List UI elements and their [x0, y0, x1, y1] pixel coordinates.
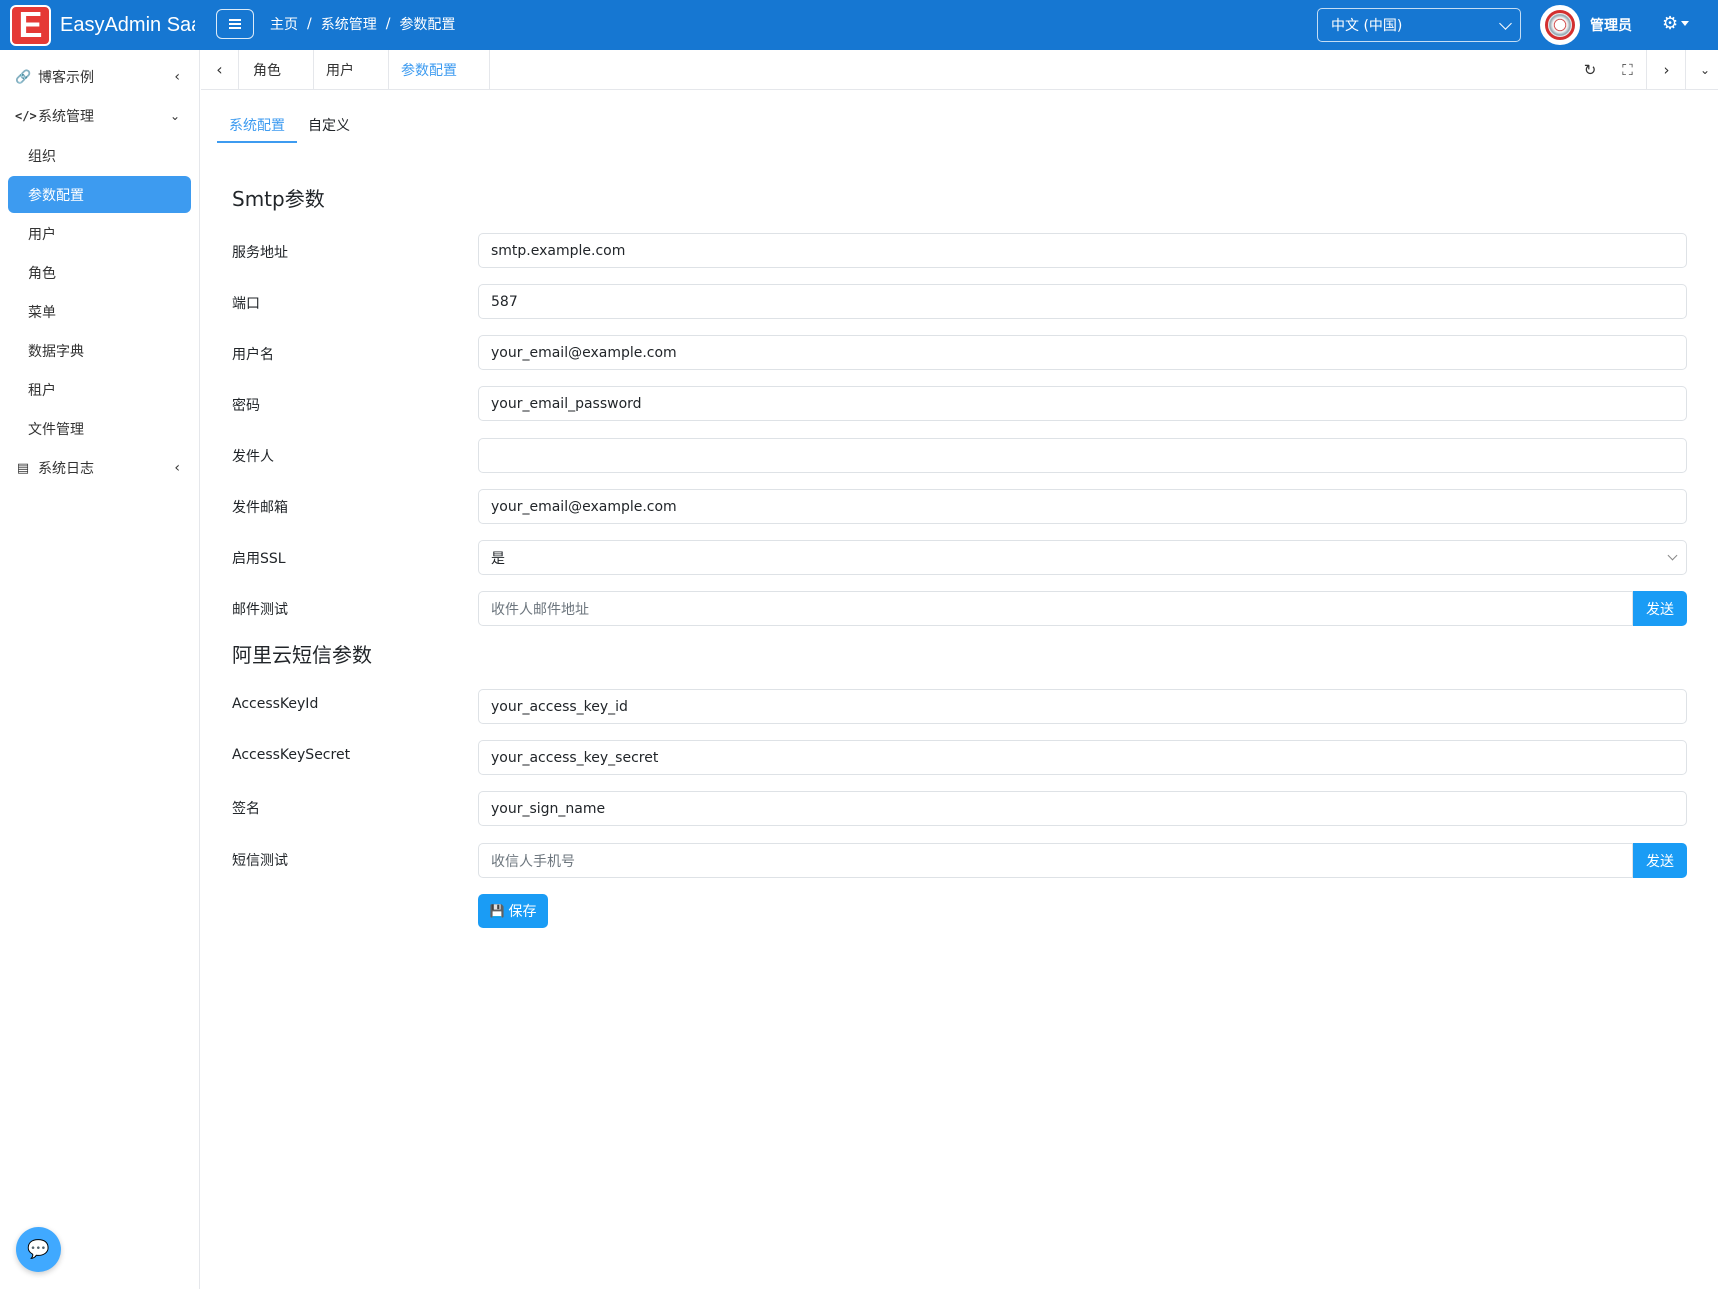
caret-down-icon[interactable] [1681, 21, 1689, 26]
save-icon: 💾 [489, 904, 505, 918]
sidebar-group-label: 博客示例 [38, 70, 94, 86]
language-select[interactable]: 中文 (中国) [1317, 8, 1521, 42]
brand[interactable]: E EasyAdmin Saa [0, 0, 200, 50]
top-bar: E EasyAdmin Saa 主页 / 系统管理 / 参数配置 中文 (中国)… [0, 0, 1718, 50]
access-key-secret-input[interactable]: your_access_key_secret [478, 740, 1687, 775]
smtp-ssl-select[interactable]: 是 [478, 540, 1687, 575]
chevron-down-icon [1667, 550, 1678, 561]
breadcrumb: 主页 / 系统管理 / 参数配置 [270, 14, 455, 34]
sidebar: 🔗 博客示例 ‹ </> 系统管理 ⌄ 组织 参数配置 用户 角色 菜单 数据字… [0, 50, 200, 1289]
sidebar-item-users[interactable]: 用户 [8, 215, 191, 252]
sign-name-label: 签名 [232, 801, 260, 817]
tab-scroll-right-button[interactable]: › [1648, 50, 1686, 89]
chat-icon: 💬 [27, 1239, 50, 1260]
sidebar-group-label: 系统管理 [38, 109, 94, 125]
link-icon: 🔗 [15, 69, 32, 85]
smtp-sender-email-label: 发件邮箱 [232, 500, 288, 516]
chevron-right-icon: › [1663, 60, 1670, 79]
smtp-username-input[interactable]: your_email@example.com [478, 335, 1687, 370]
avatar-image [1545, 10, 1575, 40]
language-value: 中文 (中国) [1331, 18, 1403, 34]
save-button-label: 保存 [508, 904, 537, 920]
tab-label: 用户 [326, 62, 354, 79]
sidebar-item-files[interactable]: 文件管理 [8, 410, 191, 447]
sidebar-item-organization[interactable]: 组织 [8, 137, 191, 174]
smtp-sender-email-input[interactable]: your_email@example.com [478, 489, 1687, 524]
breadcrumb-current: 参数配置 [399, 17, 456, 33]
smtp-section-title: Smtp参数 [232, 187, 325, 211]
smtp-ssl-value: 是 [491, 550, 505, 567]
sidebar-item-tenants[interactable]: 租户 [8, 371, 191, 408]
mail-test-send-button[interactable]: 发送 [1633, 591, 1687, 626]
tab-label: 参数配置 [401, 62, 457, 79]
app-name: EasyAdmin Saa [60, 13, 195, 36]
smtp-password-label: 密码 [232, 398, 260, 414]
smtp-host-label: 服务地址 [232, 245, 288, 261]
smtp-sender-input[interactable] [478, 438, 1687, 473]
sms-test-send-button[interactable]: 发送 [1633, 843, 1687, 878]
chevron-left-icon: ‹ [174, 460, 180, 476]
chat-button[interactable]: 💬 [16, 1227, 61, 1272]
menu-toggle-button[interactable] [216, 9, 254, 39]
sign-name-input[interactable]: your_sign_name [478, 791, 1687, 826]
tab-system-config[interactable]: 系统配置 [217, 115, 297, 143]
fullscreen-icon[interactable]: ⛶ [1609, 50, 1647, 89]
chevron-left-icon: ‹ [174, 69, 180, 85]
sidebar-item-menu[interactable]: 菜单 [8, 293, 191, 330]
chevron-down-icon: ⌄ [1699, 62, 1711, 77]
mail-test-label: 邮件测试 [232, 602, 288, 618]
tab-users[interactable]: 用户 [314, 50, 389, 89]
server-icon: ▤ [16, 460, 30, 476]
sidebar-item-params[interactable]: 参数配置 [8, 176, 191, 213]
app-logo: E [10, 4, 51, 46]
hamburger-icon [229, 23, 241, 25]
tab-params[interactable]: 参数配置 [389, 50, 490, 89]
tab-custom[interactable]: 自定义 [308, 115, 350, 143]
access-key-id-input[interactable]: your_access_key_id [478, 689, 1687, 724]
smtp-host-input[interactable]: smtp.example.com [478, 233, 1687, 268]
access-key-id-label: AccessKeyId [232, 696, 319, 712]
sidebar-item-dictionary[interactable]: 数据字典 [8, 332, 191, 369]
gear-icon[interactable]: ⚙ [1662, 13, 1678, 34]
main-content: 系统配置 自定义 Smtp参数 服务地址 smtp.example.com 端口… [201, 91, 1718, 1289]
avatar[interactable] [1540, 5, 1580, 45]
smtp-port-label: 端口 [232, 296, 260, 312]
breadcrumb-system[interactable]: 系统管理 [321, 14, 377, 34]
smtp-password-input[interactable]: your_email_password [478, 386, 1687, 421]
breadcrumb-separator: / [385, 16, 391, 32]
sidebar-item-roles[interactable]: 角色 [8, 254, 191, 291]
refresh-icon[interactable]: ↻ [1571, 50, 1609, 89]
sidebar-group-logs[interactable]: ▤ 系统日志 ‹ [0, 451, 200, 485]
tab-label: 角色 [253, 62, 281, 79]
tab-menu-button[interactable]: ⌄ [1686, 50, 1718, 89]
breadcrumb-separator: / [307, 16, 312, 32]
code-icon: </> [15, 109, 37, 123]
tab-roles[interactable]: 角色 [239, 50, 314, 89]
smtp-port-input[interactable]: 587 [478, 284, 1687, 319]
smtp-username-label: 用户名 [232, 347, 274, 363]
chevron-down-icon [1499, 17, 1512, 30]
chevron-down-icon: ⌄ [169, 109, 180, 123]
save-button[interactable]: 💾 保存 [478, 894, 548, 928]
access-key-secret-label: AccessKeySecret [232, 747, 351, 763]
tab-bar: ‹ 角色 用户 参数配置 ↻ ⛶ › ⌄ [201, 50, 1718, 90]
tab-scroll-left-button[interactable]: ‹ [201, 50, 239, 89]
sms-section-title: 阿里云短信参数 [232, 643, 372, 667]
sms-test-input[interactable]: 收信人手机号 [478, 843, 1633, 878]
sidebar-group-label: 系统日志 [38, 461, 94, 477]
smtp-sender-label: 发件人 [232, 449, 274, 465]
mail-test-input[interactable]: 收件人邮件地址 [478, 591, 1633, 626]
user-name[interactable]: 管理员 [1590, 15, 1632, 35]
breadcrumb-home[interactable]: 主页 [270, 14, 298, 34]
sidebar-group-blog[interactable]: 🔗 博客示例 ‹ [0, 60, 200, 94]
sidebar-group-system[interactable]: </> 系统管理 ⌄ [0, 99, 200, 133]
chevron-left-icon: ‹ [216, 60, 223, 79]
sms-test-label: 短信测试 [232, 853, 288, 869]
smtp-ssl-label: 启用SSL [232, 551, 286, 567]
